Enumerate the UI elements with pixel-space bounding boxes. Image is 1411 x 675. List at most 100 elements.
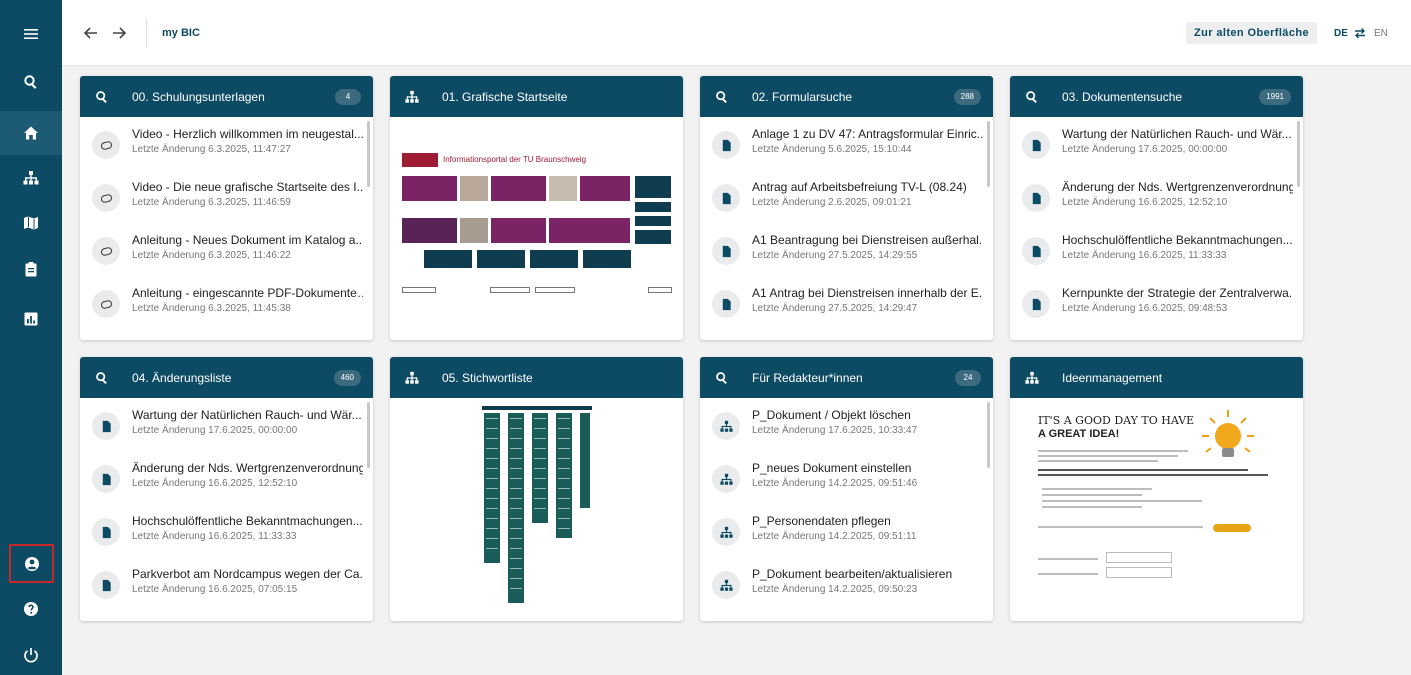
old-ui-button[interactable]: Zur alten Oberfläche bbox=[1186, 22, 1317, 44]
item-date: Letzte Änderung 16.6.2025, 07:05:15 bbox=[132, 584, 298, 595]
document-icon bbox=[92, 465, 120, 493]
item-title: Video - Herzlich willkommen im neugestal… bbox=[132, 127, 363, 141]
card-dokumentensuche: 03. Dokumentensuche 1991 Wartung der Nat… bbox=[1010, 76, 1303, 340]
scrollbar[interactable] bbox=[987, 121, 990, 187]
text-line bbox=[1038, 460, 1158, 462]
text-line bbox=[1038, 558, 1098, 560]
keyword-list-thumbnail bbox=[390, 398, 683, 621]
back-button[interactable] bbox=[82, 24, 100, 42]
link-box bbox=[583, 250, 631, 268]
side-box bbox=[635, 176, 671, 198]
sidebar-item-help[interactable] bbox=[0, 587, 62, 631]
process-icon bbox=[712, 412, 740, 440]
item-date: Letzte Änderung 14.2.2025, 09:51:46 bbox=[752, 478, 918, 489]
card-header[interactable]: 01. Grafische Startseite bbox=[390, 76, 683, 117]
card-title: 05. Stichwortliste bbox=[442, 370, 533, 385]
list-item[interactable]: P_Personendaten pflegen Letzte Änderung 1… bbox=[700, 504, 983, 557]
menu-icon bbox=[24, 29, 38, 39]
item-date: Letzte Änderung 16.6.2025, 11:33:33 bbox=[1062, 250, 1227, 261]
card-header[interactable]: 04. Änderungsliste 460 bbox=[80, 357, 373, 398]
list-item[interactable]: Video - Die neue grafische Startseite de… bbox=[80, 170, 363, 223]
list-item[interactable]: A1 Antrag bei Dienstreisen innerhalb der… bbox=[700, 276, 983, 329]
list-item[interactable]: P_Dokument / Objekt löschen Letzte Änderu… bbox=[700, 398, 983, 451]
side-box bbox=[635, 216, 671, 226]
list-item[interactable]: Anlage 1 zu DV 47: Antragsformular Einri… bbox=[700, 117, 983, 170]
item-date: Letzte Änderung 14.2.2025, 09:50:23 bbox=[752, 584, 918, 595]
list-item[interactable]: Video - Herzlich willkommen im neugestal… bbox=[80, 117, 363, 170]
menu-button[interactable] bbox=[0, 12, 62, 56]
list-item[interactable]: Hochschulöffentliche Bekanntmachungen...… bbox=[1010, 223, 1293, 276]
list-item[interactable]: A1 Beantragung bei Dienstreisen außerhal… bbox=[700, 223, 983, 276]
card-header[interactable]: 05. Stichwortliste bbox=[390, 357, 683, 398]
sitemap-icon bbox=[404, 370, 420, 386]
item-title: Anlage 1 zu DV 47: Antragsformular Einri… bbox=[752, 127, 983, 141]
item-title: P_Dokument / Objekt löschen bbox=[752, 408, 911, 422]
document-icon bbox=[1022, 237, 1050, 265]
document-icon bbox=[92, 518, 120, 546]
item-date: Letzte Änderung 27.5.2025, 14:29:55 bbox=[752, 250, 918, 261]
sidebar-item-search[interactable] bbox=[0, 60, 62, 104]
list-item[interactable]: P_Dokument bearbeiten/aktualisieren Letzt… bbox=[700, 557, 983, 610]
idea-thumbnail: IT'S A GOOD DAY TO HAVE A GREAT IDEA! bbox=[1010, 398, 1303, 621]
scrollbar[interactable] bbox=[367, 121, 370, 187]
text-line bbox=[1042, 494, 1142, 496]
keyword-columns bbox=[482, 406, 592, 603]
sidebar-item-map[interactable] bbox=[0, 201, 62, 245]
forward-button[interactable] bbox=[110, 24, 128, 42]
item-title: P_Dokument bearbeiten/aktualisieren bbox=[752, 567, 953, 581]
item-date: Letzte Änderung 16.6.2025, 12:52:10 bbox=[132, 478, 298, 489]
item-title: Kernpunkte der Strategie der Zentralverw… bbox=[1062, 286, 1293, 300]
item-date: Letzte Änderung 6.3.2025, 11:47:27 bbox=[132, 144, 291, 155]
sidebar-item-sitemap[interactable] bbox=[0, 156, 62, 200]
item-date: Letzte Änderung 16.6.2025, 11:33:33 bbox=[132, 531, 297, 542]
list-item[interactable]: Anleitung - eingescannte PDF-Dokumente .… bbox=[80, 276, 363, 329]
card-preview[interactable] bbox=[390, 398, 683, 621]
card-header[interactable]: 02. Formularsuche 288 bbox=[700, 76, 993, 117]
list-item[interactable]: Kernpunkte der Strategie der Zentralverw… bbox=[1010, 276, 1293, 329]
card-ideenmanagement: Ideenmanagement IT'S A GOOD DAY TO HAVE … bbox=[1010, 357, 1303, 621]
list-item[interactable]: Hochschulöffentliche Bekanntmachungen...… bbox=[80, 504, 363, 557]
card-aenderungsliste: 04. Änderungsliste 460 Wartung der Natür… bbox=[80, 357, 373, 621]
link-box bbox=[424, 250, 472, 268]
card-title: 01. Grafische Startseite bbox=[442, 89, 568, 104]
breadcrumb[interactable]: my BIC bbox=[162, 27, 200, 39]
tile-photo bbox=[460, 218, 488, 243]
swap-icon[interactable] bbox=[1353, 26, 1367, 40]
sidebar-item-home[interactable] bbox=[0, 111, 62, 155]
list-item[interactable]: Antrag auf Arbeitsbefreiung TV-L (08.24)… bbox=[700, 170, 983, 223]
item-date: Letzte Änderung 16.6.2025, 09:48:53 bbox=[1062, 303, 1228, 314]
card-header[interactable]: 03. Dokumentensuche 1991 bbox=[1010, 76, 1303, 117]
list-item[interactable]: Anleitung - Neues Dokument im Katalog a.… bbox=[80, 223, 363, 276]
list-item[interactable]: Wartung der Natürlichen Rauch- und Wär..… bbox=[80, 398, 363, 451]
idea-heading-bold: A GREAT IDEA! bbox=[1038, 428, 1120, 440]
card-title: 03. Dokumentensuche bbox=[1062, 89, 1183, 104]
language-de[interactable]: DE bbox=[1334, 28, 1348, 39]
card-preview[interactable]: Informationsportal der TU Braunschweig bbox=[390, 117, 683, 340]
item-title: Anleitung - Neues Dokument im Katalog a.… bbox=[132, 233, 363, 247]
scrollbar[interactable] bbox=[1297, 121, 1300, 187]
scrollbar[interactable] bbox=[367, 402, 370, 468]
scrollbar[interactable] bbox=[987, 402, 990, 468]
sidebar-item-account[interactable] bbox=[9, 544, 54, 583]
list-item[interactable]: Parkverbot am Nordcampus wegen der Ca...… bbox=[80, 557, 363, 610]
chart-icon bbox=[24, 312, 38, 326]
sidebar-item-chart[interactable] bbox=[0, 297, 62, 341]
sidebar-item-clipboard[interactable] bbox=[0, 247, 62, 291]
card-preview[interactable]: IT'S A GOOD DAY TO HAVE A GREAT IDEA! bbox=[1010, 398, 1303, 621]
list-item[interactable]: Änderung der Nds. Wertgrenzenverordnung L… bbox=[80, 451, 363, 504]
card-header[interactable]: Für Redakteur*innen 24 bbox=[700, 357, 993, 398]
small-button bbox=[535, 287, 575, 293]
item-date: Letzte Änderung 14.2.2025, 09:51:11 bbox=[752, 531, 917, 542]
list-item[interactable]: P_neues Dokument einstellen Letzte Änderu… bbox=[700, 451, 983, 504]
sidebar-item-logout[interactable] bbox=[0, 633, 62, 675]
card-header[interactable]: Ideenmanagement bbox=[1010, 357, 1303, 398]
tile-organisation bbox=[580, 218, 630, 243]
card-header[interactable]: 00. Schulungsunterlagen 4 bbox=[80, 76, 373, 117]
list-item[interactable]: Wartung der Natürlichen Rauch- und Wär..… bbox=[1010, 117, 1293, 170]
language-en[interactable]: EN bbox=[1374, 28, 1388, 39]
card-redakteure: Für Redakteur*innen 24 P_Dokument / Obje… bbox=[700, 357, 993, 621]
tu-logo bbox=[402, 153, 438, 167]
document-icon bbox=[712, 184, 740, 212]
list-item[interactable]: Änderung der Nds. Wertgrenzenverordnung L… bbox=[1010, 170, 1293, 223]
idea-submit-button bbox=[1213, 524, 1251, 532]
